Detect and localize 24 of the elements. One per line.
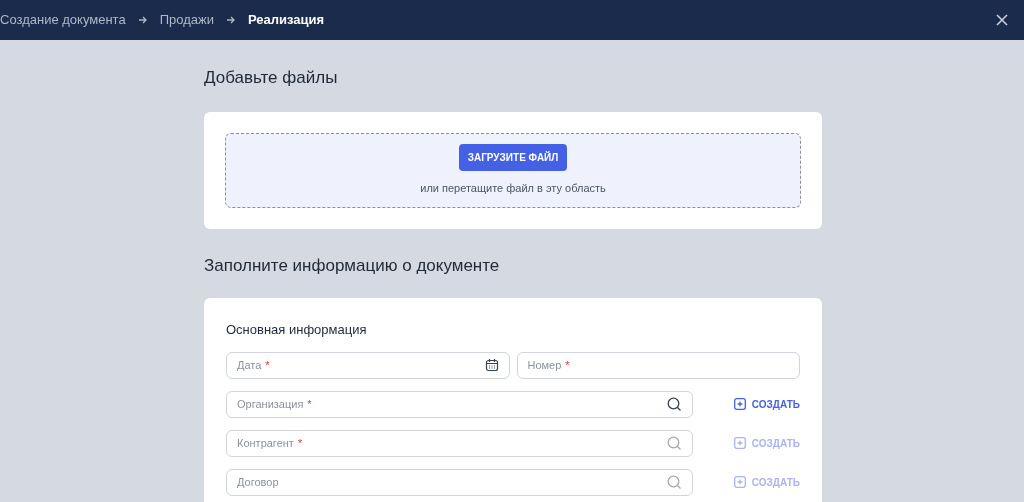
- lookup-field[interactable]: Организация *: [226, 390, 693, 418]
- drop-hint: или перетащите файл в эту область: [420, 180, 606, 196]
- required-mark: *: [565, 357, 570, 373]
- breadcrumb-item[interactable]: Продажи: [159, 10, 214, 30]
- plus-icon: [733, 398, 746, 410]
- breadcrumb-item: Реализация: [247, 11, 325, 30]
- required-mark: *: [265, 357, 270, 373]
- date-field[interactable]: Дата *: [226, 351, 510, 379]
- breadcrumb-item[interactable]: Создание документа: [0, 10, 126, 30]
- calendar-icon[interactable]: [484, 358, 499, 372]
- subsection-title: Основная информация: [226, 321, 368, 339]
- required-mark: *: [297, 435, 303, 451]
- upload-button[interactable]: ЗАГРУЗИТЕ ФАЙЛ: [458, 143, 568, 171]
- section-title: Добавьте файлы: [204, 67, 339, 89]
- plus-icon: [733, 476, 746, 488]
- input-field[interactable]: Номер *: [516, 351, 800, 379]
- plus-icon: [733, 437, 746, 449]
- required-mark: *: [307, 396, 312, 412]
- drop-zone[interactable]: ЗАГРУЗИТЕ ФАЙЛ или перетащите файл в эту область: [225, 132, 801, 208]
- create-button[interactable]: СОЗДАТЬ: [733, 396, 800, 412]
- arrow-icon: [225, 15, 236, 25]
- search-icon[interactable]: [666, 396, 682, 412]
- arrow-icon: [137, 15, 148, 25]
- section-title: Заполните информацию о документе: [204, 254, 501, 277]
